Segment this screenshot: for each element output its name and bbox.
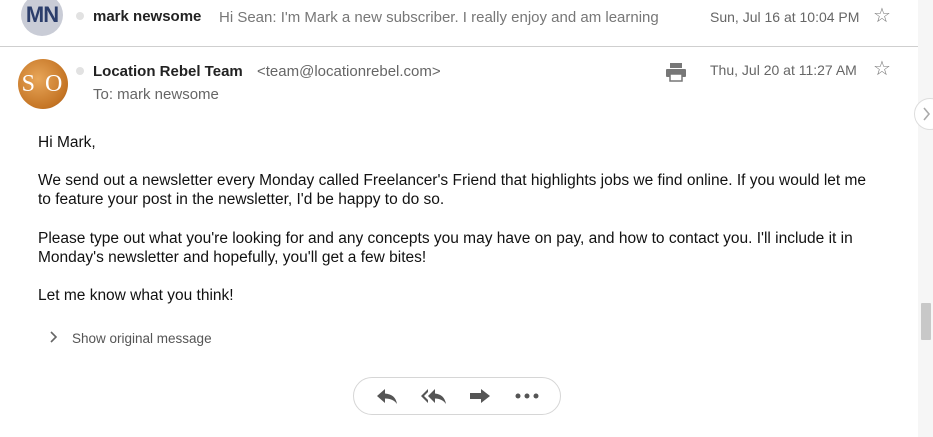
sender-email: <team@locationrebel.com> [257,63,441,80]
collapsed-message-row[interactable]: MN mark newsome Hi Sean: I'm Mark a new … [0,0,918,47]
message-action-bar [353,377,561,415]
forward-icon[interactable] [465,381,495,411]
print-icon[interactable] [665,62,687,87]
message-date: Sun, Jul 16 at 10:04 PM [710,9,860,25]
star-icon[interactable]: ☆ [873,6,891,26]
body-paragraph: We send out a newsletter every Monday ca… [38,172,867,208]
recipient-line: To: mark newsome [93,86,219,103]
show-original-toggle[interactable]: Show original message [50,331,212,346]
reply-icon[interactable] [372,381,402,411]
unread-dot [76,12,84,20]
sender-name[interactable]: Location Rebel Team [93,63,243,80]
body-paragraph: Please type out what you're looking for … [38,230,853,266]
message-snippet: Hi Sean: I'm Mark a new subscriber. I re… [219,9,659,26]
more-icon[interactable] [512,381,542,411]
reply-all-icon[interactable] [419,381,449,411]
unread-dot [76,67,84,75]
body-greeting: Hi Mark, [38,134,96,151]
chevron-right-icon [50,331,58,346]
next-message-button[interactable] [914,98,933,130]
star-icon[interactable]: ☆ [873,59,891,79]
avatar: MN [21,0,63,36]
scrollbar-track[interactable] [918,0,933,437]
sender-name: mark newsome [93,8,202,25]
message-date: Thu, Jul 20 at 11:27 AM [710,62,857,78]
chevron-right-icon [923,107,931,121]
body-paragraph: Let me know what you think! [38,287,234,304]
avatar: S O [18,59,68,109]
show-original-label: Show original message [72,331,212,346]
scrollbar-thumb[interactable] [921,303,931,340]
